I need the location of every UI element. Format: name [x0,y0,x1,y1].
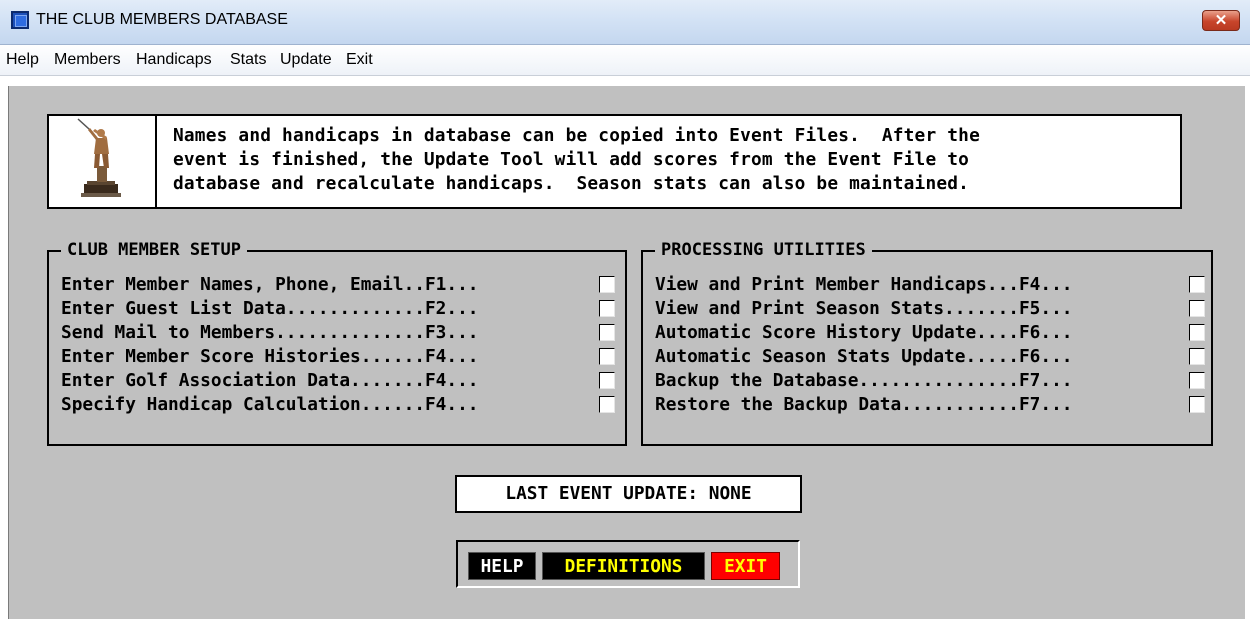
info-box: Names and handicaps in database can be c… [47,114,1182,209]
title-bar: THE CLUB MEMBERS DATABASE ✕ [0,0,1250,45]
close-button[interactable]: ✕ [1202,10,1240,31]
last-event-update-status: LAST EVENT UPDATE: NONE [455,475,802,513]
util-checkbox-view-handicaps[interactable] [1189,276,1205,293]
util-item-season-stats: View and Print Season Stats.......F5... [655,298,1073,319]
setup-checkbox-member-names[interactable] [599,276,615,293]
menu-bar: Help Members Handicaps Stats Update Exit [0,45,1250,76]
setup-item-guest-list: Enter Guest List Data.............F2... [61,298,479,319]
util-item-backup: Backup the Database...............F7... [655,370,1073,391]
club-member-setup-title: CLUB MEMBER SETUP [61,239,247,261]
setup-checkbox-guest-list[interactable] [599,300,615,317]
processing-utilities-title: PROCESSING UTILITIES [655,239,872,261]
menu-exit[interactable]: Exit [346,51,373,69]
util-checkbox-restore[interactable] [1189,396,1205,413]
main-panel: Names and handicaps in database can be c… [8,86,1245,619]
setup-checkbox-golf-association[interactable] [599,372,615,389]
club-member-setup-group: CLUB MEMBER SETUP Enter Member Names, Ph… [47,239,627,446]
setup-checkbox-score-histories[interactable] [599,348,615,365]
setup-item-member-names: Enter Member Names, Phone, Email..F1... [61,274,479,295]
button-bar: HELP DEFINITIONS EXIT [456,540,800,588]
info-line: event is finished, the Update Tool will … [173,149,970,170]
app-window-icon[interactable] [11,11,29,29]
processing-utilities-group: PROCESSING UTILITIES View and Print Memb… [641,239,1213,446]
menu-help[interactable]: Help [6,51,39,69]
setup-item-score-histories: Enter Member Score Histories......F4... [61,346,479,367]
window-title: THE CLUB MEMBERS DATABASE [36,11,288,28]
menu-stats[interactable]: Stats [230,51,266,69]
golfer-trophy-icon [49,116,157,207]
util-item-season-stats-update: Automatic Season Stats Update.....F6... [655,346,1073,367]
setup-checkbox-handicap-calculation[interactable] [599,396,615,413]
setup-checkbox-send-mail[interactable] [599,324,615,341]
util-checkbox-score-history-update[interactable] [1189,324,1205,341]
exit-button[interactable]: EXIT [711,552,780,580]
info-line: database and recalculate handicaps. Seas… [173,173,970,194]
info-text: Names and handicaps in database can be c… [173,124,1183,196]
menu-members[interactable]: Members [54,51,121,69]
menu-update[interactable]: Update [280,51,332,69]
setup-item-send-mail: Send Mail to Members..............F3... [61,322,479,343]
util-item-score-history-update: Automatic Score History Update....F6... [655,322,1073,343]
menu-handicaps[interactable]: Handicaps [136,51,212,69]
util-item-restore: Restore the Backup Data...........F7... [655,394,1073,415]
util-checkbox-backup[interactable] [1189,372,1205,389]
util-checkbox-season-stats[interactable] [1189,300,1205,317]
util-item-view-handicaps: View and Print Member Handicaps...F4... [655,274,1073,295]
info-line: Names and handicaps in database can be c… [173,125,980,146]
app-window: THE CLUB MEMBERS DATABASE ✕ Help Members… [0,0,1250,619]
util-checkbox-season-stats-update[interactable] [1189,348,1205,365]
definitions-button[interactable]: DEFINITIONS [542,552,705,580]
help-button[interactable]: HELP [468,552,536,580]
setup-item-golf-association: Enter Golf Association Data.......F4... [61,370,479,391]
setup-item-handicap-calculation: Specify Handicap Calculation......F4... [61,394,479,415]
